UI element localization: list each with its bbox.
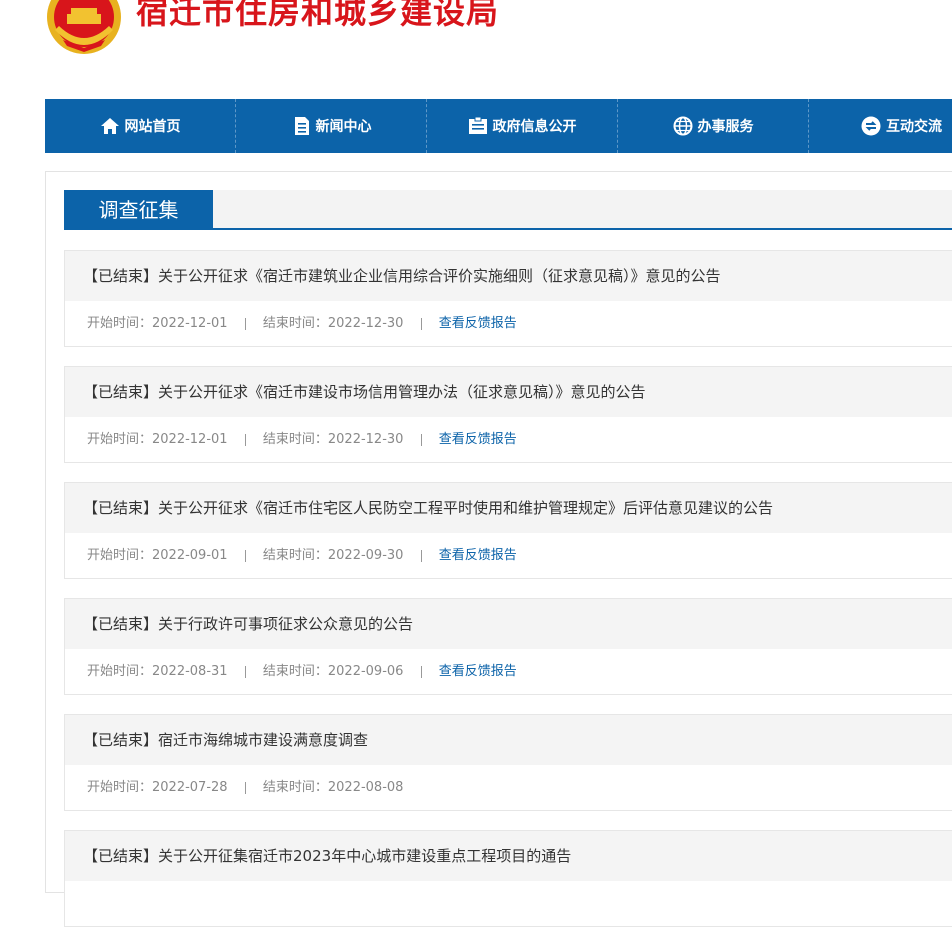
start-label: 开始时间： <box>87 664 153 679</box>
item-title: 关于行政许可事项征求公众意见的公告 <box>158 615 414 633</box>
item-meta: 开始时间：2022-07-28 结束时间：2022-08-08 <box>65 765 952 811</box>
status-badge: 【已结束】 <box>83 847 159 865</box>
exchange-icon <box>861 116 881 136</box>
item-title-link[interactable]: 【已结束】关于公开征求《宿迁市住宅区人民防空工程平时使用和维护管理规定》后评估意… <box>65 483 952 533</box>
start-label: 开始时间： <box>87 780 153 795</box>
item-title: 关于公开征求《宿迁市住宅区人民防空工程平时使用和维护管理规定》后评估意见建议的公… <box>158 499 774 517</box>
end-date: 2022-12-30 <box>327 316 404 331</box>
divider <box>420 317 422 330</box>
divider <box>420 549 422 562</box>
item-meta: 开始时间：2022-09-01 结束时间：2022-09-30 查看反馈报告 <box>65 533 952 579</box>
nav-item-gov-info[interactable]: 政府信息公开 <box>427 99 618 153</box>
item-title: 关于公开征求《宿迁市建设市场信用管理办法（征求意见稿）》意见的公告 <box>158 383 646 401</box>
end-label: 结束时间： <box>262 548 328 563</box>
end-date: 2022-09-30 <box>327 548 404 563</box>
info-icon <box>468 116 488 136</box>
nav-item-label: 政府信息公开 <box>492 119 577 135</box>
divider <box>244 665 246 678</box>
divider <box>420 433 422 446</box>
document-icon <box>291 116 311 136</box>
start-label: 开始时间： <box>87 316 153 331</box>
divider <box>244 317 246 330</box>
item-title: 关于公开征集宿迁市2023年中心城市建设重点工程项目的通告 <box>158 847 572 865</box>
start-label: 开始时间： <box>87 548 153 563</box>
globe-icon <box>673 116 693 136</box>
site-header: 宿迁市住房和城乡建设局 <box>0 0 952 99</box>
start-date: 2022-07-28 <box>152 780 228 795</box>
item-title: 宿迁市海绵城市建设满意度调查 <box>158 731 369 749</box>
main-nav: 网站首页 新闻中心 政府信息公开 办事服务 互动交流 <box>45 99 952 153</box>
start-date: 2022-12-01 <box>152 432 228 447</box>
section-header: 调查征集 <box>64 190 952 230</box>
home-icon <box>100 116 120 136</box>
feedback-report-link[interactable]: 查看反馈报告 <box>439 316 517 331</box>
list-item: 【已结束】关于公开征求《宿迁市建筑业企业信用综合评价实施细则（征求意见稿）》意见… <box>64 250 952 347</box>
start-date: 2022-12-01 <box>152 316 228 331</box>
list-item: 【已结束】关于行政许可事项征求公众意见的公告 开始时间：2022-08-31 结… <box>64 598 952 695</box>
start-label: 开始时间： <box>87 432 153 447</box>
item-title-link[interactable]: 【已结束】宿迁市海绵城市建设满意度调查 <box>65 715 952 765</box>
feedback-report-link[interactable]: 查看反馈报告 <box>439 432 517 447</box>
list-item: 【已结束】关于公开征集宿迁市2023年中心城市建设重点工程项目的通告 <box>64 830 952 927</box>
item-title-link[interactable]: 【已结束】关于公开征集宿迁市2023年中心城市建设重点工程项目的通告 <box>65 831 952 881</box>
start-date: 2022-08-31 <box>152 664 228 679</box>
item-title-link[interactable]: 【已结束】关于公开征求《宿迁市建筑业企业信用综合评价实施细则（征求意见稿）》意见… <box>65 251 952 301</box>
list-item: 【已结束】关于公开征求《宿迁市建设市场信用管理办法（征求意见稿）》意见的公告 开… <box>64 366 952 463</box>
nav-item-services[interactable]: 办事服务 <box>618 99 809 153</box>
nav-item-home[interactable]: 网站首页 <box>45 99 236 153</box>
end-date: 2022-09-06 <box>327 664 404 679</box>
end-label: 结束时间： <box>262 432 328 447</box>
status-badge: 【已结束】 <box>83 731 159 749</box>
item-meta: 开始时间：2022-12-01 结束时间：2022-12-30 查看反馈报告 <box>65 417 952 463</box>
status-badge: 【已结束】 <box>83 267 159 285</box>
divider <box>244 549 246 562</box>
divider <box>420 665 422 678</box>
item-meta: 开始时间：2022-08-31 结束时间：2022-09-06 查看反馈报告 <box>65 649 952 695</box>
status-badge: 【已结束】 <box>83 615 159 633</box>
nav-item-label: 互动交流 <box>886 119 942 135</box>
item-title-link[interactable]: 【已结束】关于公开征求《宿迁市建设市场信用管理办法（征求意见稿）》意见的公告 <box>65 367 952 417</box>
end-label: 结束时间： <box>262 780 328 795</box>
item-title-link[interactable]: 【已结束】关于行政许可事项征求公众意见的公告 <box>65 599 952 649</box>
nav-item-interaction[interactable]: 互动交流 <box>809 99 952 153</box>
site-title[interactable]: 宿迁市住房和城乡建设局 <box>136 0 499 36</box>
end-date: 2022-12-30 <box>327 432 404 447</box>
end-label: 结束时间： <box>262 664 328 679</box>
section-title: 调查征集 <box>64 190 213 230</box>
feedback-report-link[interactable]: 查看反馈报告 <box>439 664 517 679</box>
national-emblem-icon[interactable] <box>45 0 123 56</box>
status-badge: 【已结束】 <box>83 499 159 517</box>
list-item: 【已结束】关于公开征求《宿迁市住宅区人民防空工程平时使用和维护管理规定》后评估意… <box>64 482 952 579</box>
feedback-report-link[interactable]: 查看反馈报告 <box>439 548 517 563</box>
status-badge: 【已结束】 <box>83 383 159 401</box>
nav-item-label: 网站首页 <box>124 119 181 135</box>
list-item: 【已结束】宿迁市海绵城市建设满意度调查 开始时间：2022-07-28 结束时间… <box>64 714 952 811</box>
nav-item-label: 新闻中心 <box>315 119 372 135</box>
item-meta: 开始时间：2022-12-01 结束时间：2022-12-30 查看反馈报告 <box>65 301 952 347</box>
divider <box>244 781 246 794</box>
nav-item-news[interactable]: 新闻中心 <box>236 99 427 153</box>
item-title: 关于公开征求《宿迁市建筑业企业信用综合评价实施细则（征求意见稿）》意见的公告 <box>158 267 721 285</box>
end-date: 2022-08-08 <box>327 780 404 795</box>
nav-item-label: 办事服务 <box>697 119 754 135</box>
divider <box>244 433 246 446</box>
start-date: 2022-09-01 <box>152 548 228 563</box>
end-label: 结束时间： <box>262 316 328 331</box>
content-panel: 调查征集 【已结束】关于公开征求《宿迁市建筑业企业信用综合评价实施细则（征求意见… <box>45 171 952 927</box>
